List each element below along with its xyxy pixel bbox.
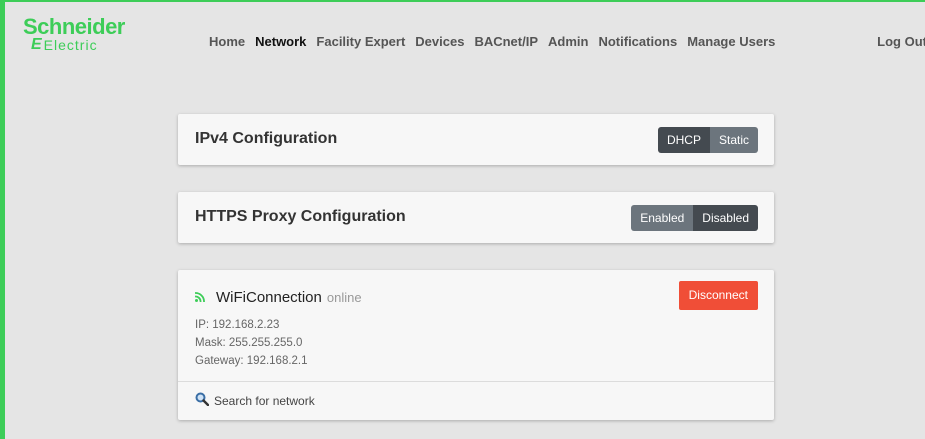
nav-admin[interactable]: Admin [548, 34, 588, 49]
wifi-ip: IP: 192.168.2.23 [195, 319, 280, 331]
ipv4-card: IPv4 Configuration DHCP Static [178, 114, 774, 165]
dhcp-option[interactable]: DHCP [657, 127, 710, 153]
wifi-status: online [326, 290, 362, 305]
proxy-title: HTTPS Proxy Configuration [195, 208, 406, 225]
nav-home[interactable]: Home [209, 34, 245, 49]
enabled-option[interactable]: Enabled [631, 205, 694, 231]
logo-line1: Schneider [23, 14, 125, 39]
magnifier-svg [195, 392, 210, 407]
nav-network[interactable]: Network [255, 34, 306, 49]
wifi-signal-svg [194, 292, 205, 303]
schneider-logo[interactable]: Schneider E Electric [23, 16, 143, 56]
wifi-connection-name: WiFiConnection [216, 289, 322, 306]
logo-mark-icon: E [31, 36, 43, 53]
static-option[interactable]: Static [709, 127, 758, 153]
disabled-option[interactable]: Disabled [693, 205, 758, 231]
wifi-mask: Mask: 255.255.255.0 [195, 337, 303, 349]
proxy-card: HTTPS Proxy Configuration Enabled Disabl… [178, 192, 774, 243]
wifi-card: WiFiConnection online Disconnect IP: 192… [178, 270, 774, 420]
proxy-toggle: Enabled Disabled [631, 205, 758, 231]
app-frame: Schneider E Electric Home Network Facili… [0, 0, 925, 439]
logo-line2: Electric [43, 37, 98, 53]
ipv4-title: IPv4 Configuration [195, 130, 338, 147]
search-icon [195, 392, 210, 409]
disconnect-button[interactable]: Disconnect [678, 281, 758, 310]
wifi-gateway: Gateway: 192.168.2.1 [195, 355, 308, 367]
main-nav: Home Network Facility Expert Devices BAC… [209, 34, 785, 49]
header: Schneider E Electric Home Network Facili… [10, 4, 925, 82]
search-network-label: Search for network [214, 393, 315, 408]
nav-devices[interactable]: Devices [415, 34, 464, 49]
logout-link[interactable]: Log Out [877, 34, 925, 49]
nav-notifications[interactable]: Notifications [598, 34, 677, 49]
search-network-row[interactable]: Search for network [195, 392, 315, 409]
wifi-signal-icon [194, 291, 207, 305]
nav-bacnet-ip[interactable]: BACnet/IP [474, 34, 538, 49]
divider [178, 381, 774, 382]
nav-facility-expert[interactable]: Facility Expert [316, 34, 405, 49]
ipv4-mode-toggle: DHCP Static [657, 127, 758, 153]
nav-manage-users[interactable]: Manage Users [687, 34, 775, 49]
